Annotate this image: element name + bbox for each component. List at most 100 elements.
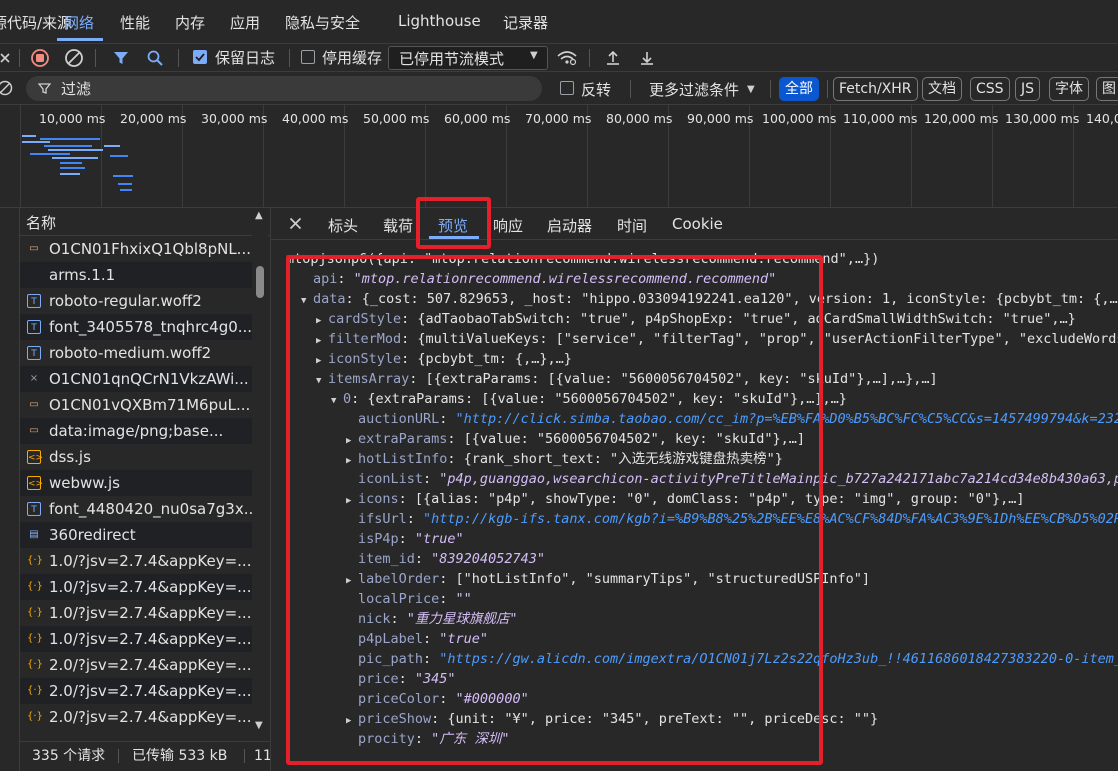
- tab-performance[interactable]: 性能: [120, 12, 150, 33]
- tab-response[interactable]: 响应: [493, 215, 523, 236]
- tab-network[interactable]: 网络: [64, 12, 94, 33]
- request-list-scrollbar[interactable]: ▲ ▼: [252, 208, 268, 741]
- preserve-log-label[interactable]: 保留日志: [215, 47, 275, 68]
- request-row[interactable]: Tfont_3405578_tnqhrc4g0...: [20, 314, 252, 340]
- record-stop-icon[interactable]: [29, 47, 51, 69]
- network-conditions-icon[interactable]: [556, 47, 578, 69]
- import-har-icon[interactable]: [602, 47, 624, 69]
- disable-cache-checkbox[interactable]: [301, 50, 315, 64]
- tab-sources[interactable]: 源代码/来源: [0, 12, 72, 33]
- preserve-log-checkbox[interactable]: [193, 50, 207, 64]
- request-row[interactable]: <> dss.js: [20, 444, 252, 470]
- request-row[interactable]: Tfont_4480420_nu0sa7g3x...: [20, 496, 252, 522]
- request-row[interactable]: Troboto-regular.woff2: [20, 288, 252, 314]
- json-property-line[interactable]: item_id: "839204052743": [346, 549, 545, 569]
- json-property-line[interactable]: api: "mtop.relationrecommend.wirelessrec…: [301, 269, 776, 289]
- request-row[interactable]: ▭ O1CN01vQXBm71M6puL...: [20, 392, 252, 418]
- filter-type-font[interactable]: 字体: [1049, 77, 1089, 101]
- json-property-line[interactable]: ▶ icons: [{alias: "p4p", showType: "0", d…: [346, 489, 1024, 509]
- request-row[interactable]: {·} 2.0/?jsv=2.7.4&appKey=...: [20, 678, 252, 704]
- json-property-line[interactable]: ▼ 0: {extraParams: [{value: "560005670450…: [331, 389, 847, 409]
- tab-recorder[interactable]: 记录器: [503, 12, 548, 33]
- close-icon[interactable]: [289, 217, 302, 234]
- expanded-arrow-icon[interactable]: ▼: [301, 291, 313, 311]
- json-preview[interactable]: mtopjsonp6({api: "mtop.relationrecommend…: [271, 241, 1118, 771]
- close-icon[interactable]: [0, 47, 16, 69]
- expanded-arrow-icon[interactable]: ▼: [331, 391, 343, 411]
- json-property-line[interactable]: ▶ iconStyle: {pcbybt_tm: {,…},…}: [316, 349, 572, 369]
- collapsed-arrow-icon[interactable]: ▶: [316, 351, 328, 371]
- json-property-line[interactable]: procity: "广东 深圳": [346, 729, 510, 749]
- search-icon[interactable]: [144, 47, 166, 69]
- waterfall-overview[interactable]: 10,000 ms 20,000 ms 30,000 ms 40,000 ms …: [0, 105, 1118, 208]
- request-row[interactable]: {·} 2.0/?jsv=2.7.4&appKey=...: [20, 652, 252, 678]
- filter-type-js[interactable]: JS: [1015, 77, 1041, 101]
- request-row[interactable]: {·} 2.0/?jsv=2.7.4&appKey=...: [20, 704, 252, 730]
- block-icon[interactable]: [0, 77, 16, 99]
- json-property-line[interactable]: ifsUrl: "http://kgb-ifs.tanx.com/kgb?i=%…: [346, 509, 1118, 529]
- json-property-line[interactable]: p4pLabel: "true": [346, 629, 488, 649]
- collapsed-arrow-icon[interactable]: ▶: [316, 331, 328, 351]
- export-har-icon[interactable]: [636, 47, 658, 69]
- collapsed-arrow-icon[interactable]: ▶: [316, 311, 328, 331]
- filter-funnel-icon[interactable]: [110, 47, 132, 69]
- collapsed-arrow-icon[interactable]: ▶: [346, 431, 358, 451]
- disable-cache-label[interactable]: 停用缓存: [322, 47, 382, 68]
- collapsed-arrow-icon[interactable]: ▶: [346, 451, 358, 471]
- json-property-line[interactable]: ▶ labelOrder: ["hotListInfo", "summaryTip…: [346, 569, 870, 589]
- filter-type-fetch-xhr[interactable]: Fetch/XHR: [833, 77, 918, 101]
- filter-input[interactable]: 过滤: [26, 76, 542, 101]
- json-property-line[interactable]: ▶ cardStyle: {adTaobaoTabSwitch: "true", …: [316, 309, 1076, 329]
- request-row[interactable]: <> webww.js: [20, 470, 252, 496]
- json-property-line[interactable]: nick: "重力星球旗舰店": [346, 609, 518, 629]
- json-property-line[interactable]: price: "345": [346, 669, 456, 689]
- collapsed-arrow-icon[interactable]: ▶: [346, 711, 358, 731]
- tab-payload[interactable]: 载荷: [383, 215, 413, 236]
- json-property-line[interactable]: pic_path: "https://gw.alicdn.com/imgextr…: [346, 649, 1118, 669]
- jsonp-callback-line[interactable]: mtopjsonp6({api: "mtop.relationrecommend…: [286, 249, 879, 269]
- tab-privacy-security[interactable]: 隐私与安全: [285, 12, 360, 33]
- request-row[interactable]: Troboto-medium.woff2: [20, 340, 252, 366]
- collapsed-arrow-icon[interactable]: ▶: [346, 571, 358, 591]
- json-property-line[interactable]: ▼ data: {_cost: 507.829653, _host: "hippo…: [301, 289, 1118, 309]
- more-filters-dropdown[interactable]: 更多过滤条件: [649, 79, 739, 100]
- scroll-up-icon[interactable]: ▲: [255, 210, 263, 221]
- json-property-line[interactable]: ▶ priceShow: {unit: "¥", price: "345", pr…: [346, 709, 878, 729]
- name-column-header[interactable]: 名称: [26, 212, 56, 233]
- request-row[interactable]: {·} 1.0/?jsv=2.7.4&appKey=...: [20, 600, 252, 626]
- json-property-line[interactable]: ▼ itemsArray: [{extraParams: [{value: "56…: [316, 369, 938, 389]
- tab-application[interactable]: 应用: [230, 12, 260, 33]
- throttle-select[interactable]: 已停用节流模式 ▼: [388, 46, 548, 70]
- filter-type-css[interactable]: CSS: [970, 77, 1010, 101]
- collapsed-arrow-icon[interactable]: ▶: [346, 491, 358, 511]
- tab-initiator[interactable]: 启动器: [547, 215, 592, 236]
- invert-checkbox[interactable]: [560, 81, 574, 95]
- json-property-line[interactable]: isP4p: "true": [346, 529, 464, 549]
- json-property-line[interactable]: auctionURL: "http://click.simba.taobao.c…: [346, 409, 1118, 429]
- request-row[interactable]: arms.1.1: [20, 262, 252, 288]
- list-header[interactable]: 名称: [20, 208, 270, 236]
- tab-cookies[interactable]: Cookie: [672, 215, 723, 233]
- clear-icon[interactable]: [63, 47, 85, 69]
- json-property-line[interactable]: ▶ extraParams: [{value: "5600056704502", …: [346, 429, 805, 449]
- json-property-line[interactable]: localPrice: "": [346, 589, 472, 609]
- invert-label[interactable]: 反转: [581, 79, 611, 100]
- request-row[interactable]: {·} 1.0/?jsv=2.7.4&appKey=...: [20, 548, 252, 574]
- tab-lighthouse[interactable]: Lighthouse: [398, 12, 481, 30]
- filter-type-doc[interactable]: 文档: [922, 77, 962, 101]
- request-row[interactable]: ▭ data:image/png;base...: [20, 418, 252, 444]
- request-row[interactable]: ▤ 360redirect: [20, 522, 252, 548]
- request-row[interactable]: {·} 1.0/?jsv=2.7.4&appKey=...: [20, 574, 252, 600]
- request-row[interactable]: ▭ O1CN01FhxixQ1Qbl8pNL...: [20, 236, 252, 262]
- tab-headers[interactable]: 标头: [328, 215, 358, 236]
- tab-memory[interactable]: 内存: [175, 12, 205, 33]
- scroll-down-icon[interactable]: ▼: [255, 720, 263, 731]
- filter-type-all[interactable]: 全部: [779, 77, 819, 101]
- json-property-line[interactable]: ▶ hotListInfo: {rank_short_text: "入选无线游戏键…: [346, 449, 783, 469]
- tab-preview[interactable]: 预览: [438, 215, 468, 236]
- expanded-arrow-icon[interactable]: ▼: [316, 371, 328, 391]
- request-row[interactable]: × O1CN01qnQCrN1VkzAWi...: [20, 366, 252, 392]
- tab-timing[interactable]: 时间: [617, 215, 647, 236]
- json-property-line[interactable]: iconList: "p4p,guanggao,wsearchicon-acti…: [346, 469, 1118, 489]
- json-property-line[interactable]: ▶ filterMod: {multiValueKeys: ["service",…: [316, 329, 1118, 349]
